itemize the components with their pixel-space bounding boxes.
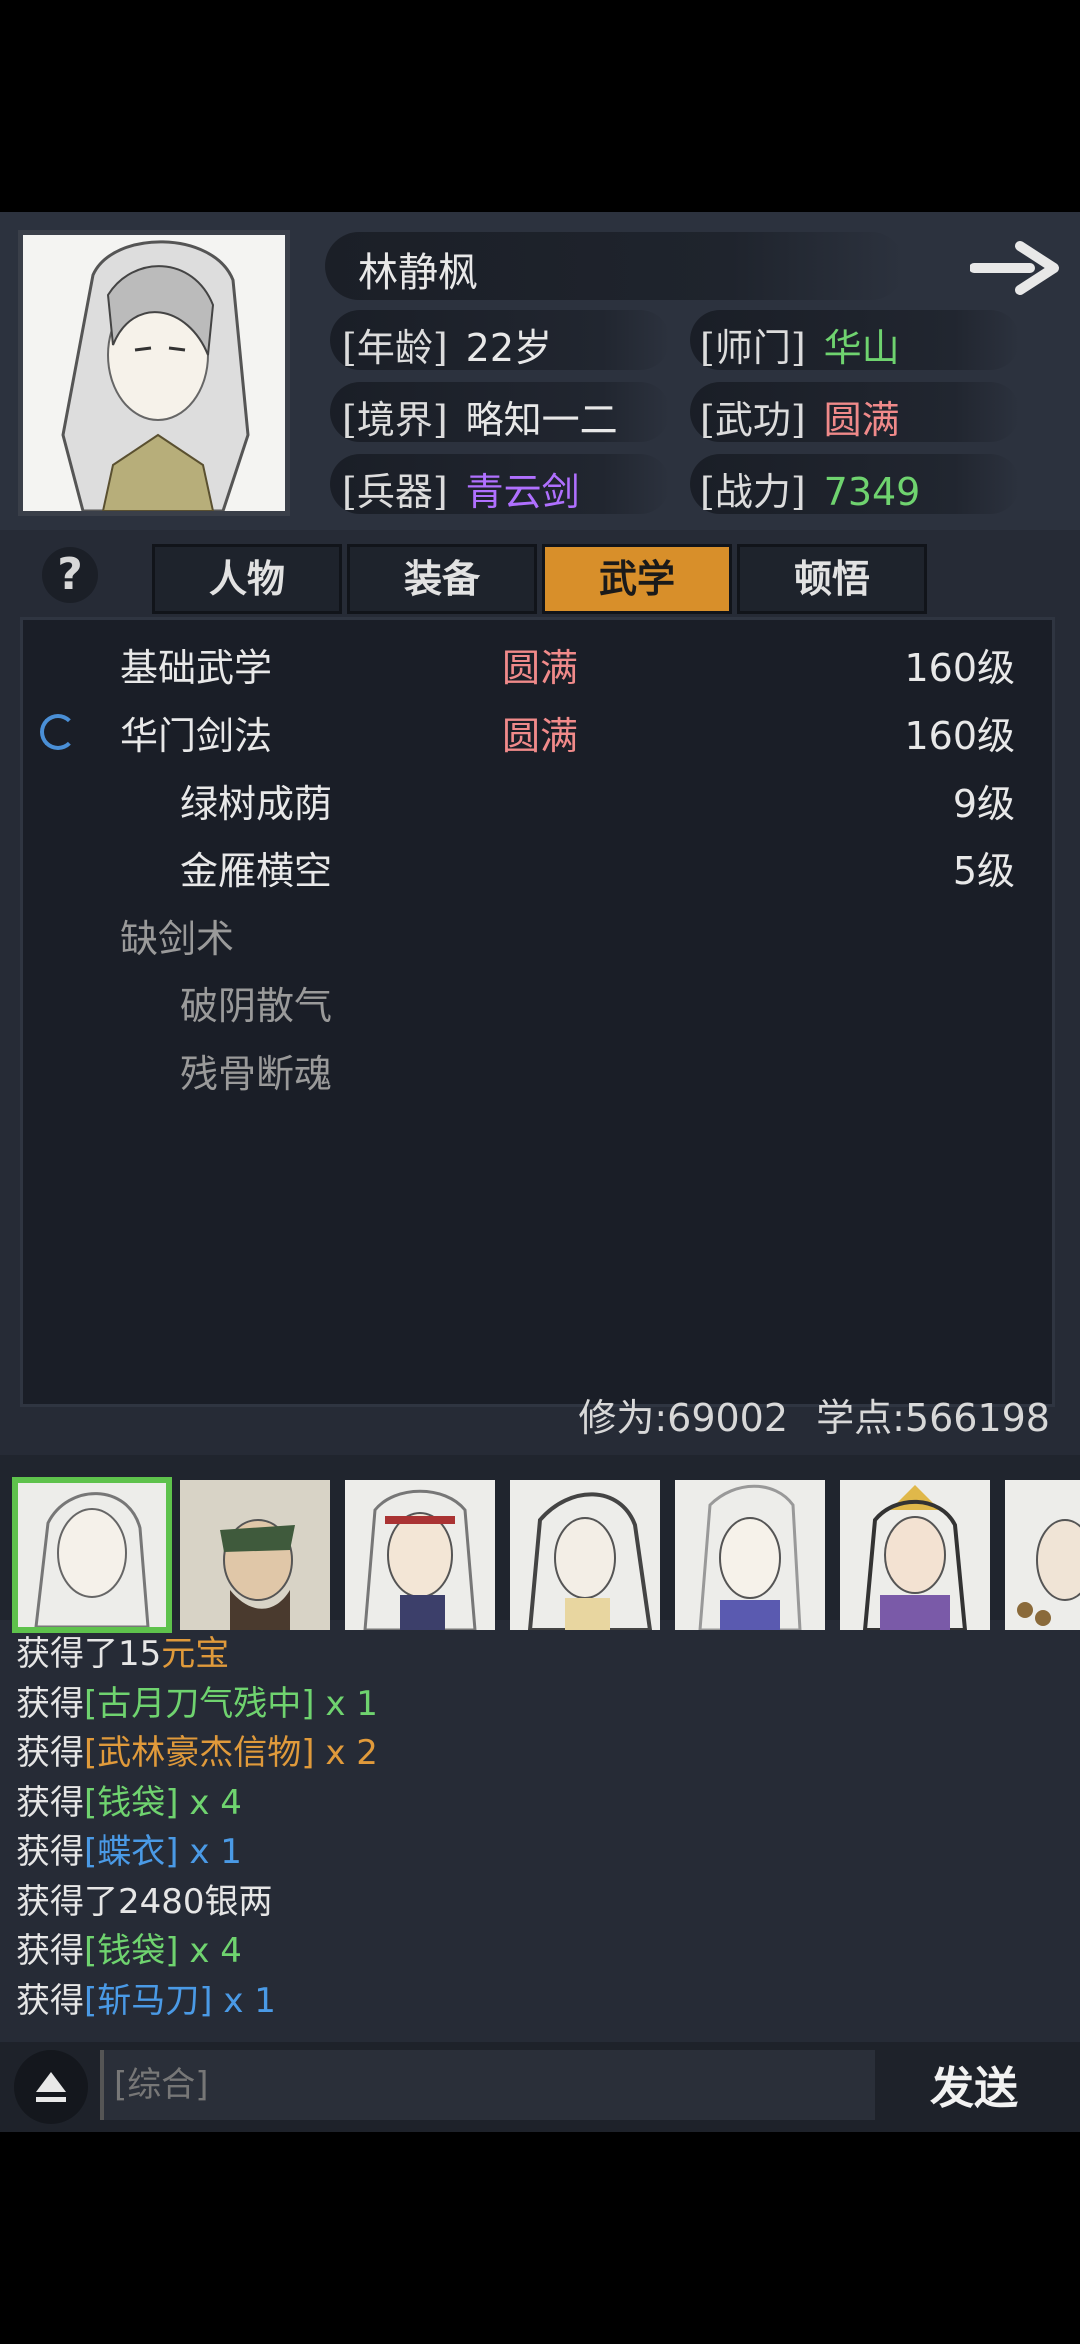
age-value: 22岁 [465,326,553,370]
log-item: 元宝 [161,1634,230,1674]
log-entry: 获得[钱袋] x 4 [16,1779,1056,1829]
party-member-portrait[interactable] [180,1480,330,1630]
skill-status: 圆满 [502,714,579,758]
tab-character[interactable]: 人物 [152,544,342,614]
arrow-right-icon[interactable] [970,240,1062,296]
log-text: 获得了2480银两 [16,1881,273,1922]
skill-status: 圆满 [502,646,579,690]
log-count: x 1 [212,1980,276,2021]
weapon-value: 青云剑 [465,470,580,514]
triangle-up-icon [36,2072,66,2102]
log-entry: 获得了2480银两 [16,1878,1056,1928]
log-text: 获得 [16,1782,84,1823]
party-member-portrait[interactable] [675,1480,825,1630]
skill-name[interactable]: 金雁横空 [180,840,332,895]
log-count: x 1 [314,1683,378,1724]
spinner-icon [40,714,76,750]
power-label: [战力] [700,470,806,514]
log-item[interactable]: [古月刀气残中] [84,1684,315,1724]
skill-level: 9级 [952,782,1015,826]
skill-name[interactable]: 基础武学 [120,637,272,692]
party-member-portrait[interactable] [840,1480,990,1630]
loot-log: 获得了15元宝 获得[古月刀气残中] x 1 获得[武林豪杰信物] x 2 获得… [16,1630,1056,2026]
study-points-value: 学点:566198 [816,1396,1050,1440]
log-text: 获得 [16,1980,84,2021]
character-header: 林静枫 [年龄] 22岁 [师门] 华山 [境界] 略知一二 [武功] 圆满 [兵器] 青… [0,212,1080,530]
realm-value: 略知一二 [465,398,618,442]
log-item[interactable]: [蝶衣] [84,1832,179,1872]
sect-label: [师门] [700,326,806,370]
log-count: x 2 [314,1733,378,1773]
cultivation-value: 修为:69002 [578,1396,789,1440]
log-item[interactable]: [钱袋] [84,1931,179,1971]
party-member-portrait[interactable] [1005,1480,1080,1630]
log-item[interactable]: [武林豪杰信物] [84,1733,315,1773]
log-item[interactable]: [斩马刀] [84,1981,213,2021]
sect-value: 华山 [823,326,900,370]
log-item[interactable]: [钱袋] [84,1783,179,1823]
attr-age: [年龄] 22岁 [342,317,552,372]
log-count: x 1 [178,1832,242,1872]
skill-name[interactable]: 绿树成荫 [180,773,332,828]
log-entry: 获得[古月刀气残中] x 1 [16,1680,1056,1730]
weapon-label: [兵器] [342,470,448,514]
app-screen: 林静枫 [年龄] 22岁 [师门] 华山 [境界] 略知一二 [武功] 圆满 [兵器] 青… [0,212,1080,2132]
skill-level: 160级 [904,714,1015,758]
log-count: x 4 [178,1782,242,1823]
skill-name[interactable]: 破阴散气 [180,975,332,1030]
help-button[interactable]: ? [42,547,98,603]
skill-name[interactable]: 残骨断魂 [180,1043,332,1098]
age-label: [年龄] [342,326,448,370]
log-text: 获得 [16,1931,84,1971]
attr-realm: [境界] 略知一二 [342,389,618,444]
tab-martial-arts[interactable]: 武学 [542,544,732,614]
log-text: 获得了15 [16,1634,162,1674]
log-entry: 获得[蝶衣] x 1 [16,1828,1056,1878]
tab-equipment[interactable]: 装备 [347,544,537,614]
log-text: 获得 [16,1832,84,1872]
send-button[interactable]: 发送 [930,2052,1018,2116]
log-entry: 获得[钱袋] x 4 [16,1927,1056,1977]
attr-sect: [师门] 华山 [700,317,900,372]
skill-level: 5级 [952,849,1015,893]
skill-name[interactable]: 华门剑法 [120,705,272,760]
log-entry: 获得[斩马刀] x 1 [16,1977,1056,2027]
party-member-portrait[interactable] [12,1477,172,1633]
martial-value: 圆满 [823,398,900,442]
log-entry: 获得了15元宝 [16,1630,1056,1680]
martial-label: [武功] [700,398,806,442]
log-text: 获得 [16,1733,84,1773]
expand-chat-button[interactable] [14,2050,88,2124]
skill-name[interactable]: 缺剑术 [120,908,234,963]
skill-level: 160级 [904,646,1015,690]
attr-power: [战力] 7349 [700,461,920,516]
log-entry: 获得[武林豪杰信物] x 2 [16,1729,1056,1779]
character-portrait[interactable] [18,230,290,516]
attr-martial: [武功] 圆满 [700,389,900,444]
party-member-portrait[interactable] [510,1480,660,1630]
chat-input[interactable]: [综合] [100,2050,875,2120]
character-name: 林静枫 [358,250,478,296]
party-member-portrait[interactable] [345,1480,495,1630]
log-text: 获得 [16,1683,84,1724]
realm-label: [境界] [342,398,448,442]
tab-enlightenment[interactable]: 顿悟 [737,544,927,614]
power-value: 7349 [823,470,921,514]
attr-weapon: [兵器] 青云剑 [342,461,580,516]
cultivation-stats: 修为:69002 学点:566198 [578,1387,1050,1442]
log-count: x 4 [178,1931,242,1971]
